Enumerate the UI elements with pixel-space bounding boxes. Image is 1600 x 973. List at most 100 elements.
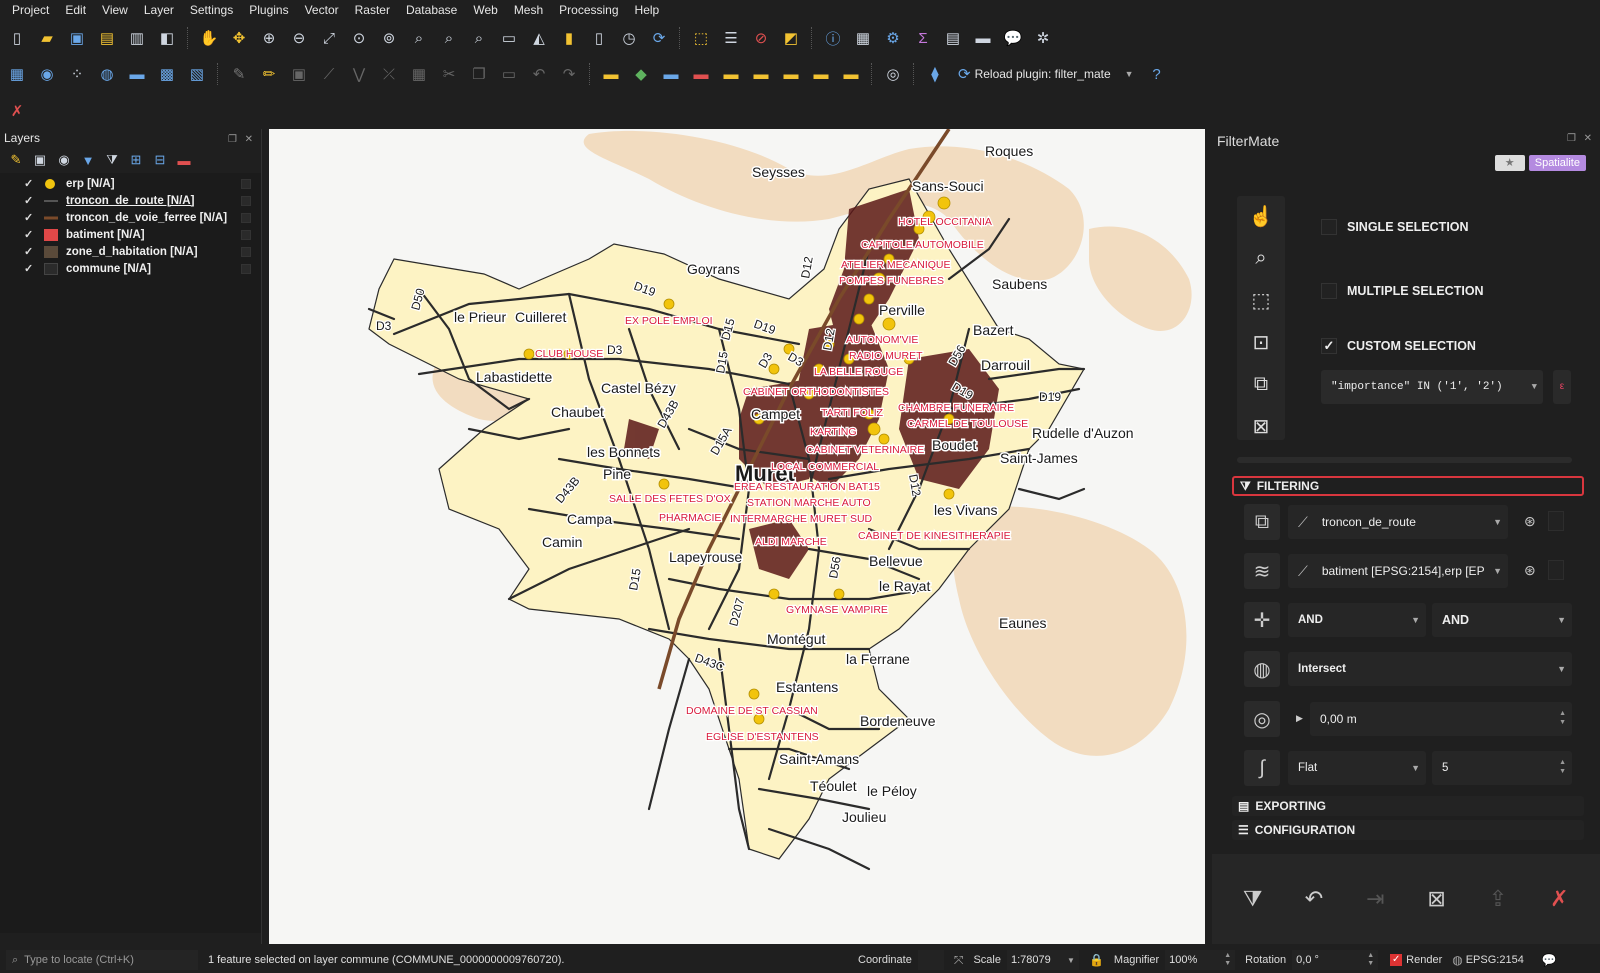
filter-legend-icon[interactable]: ▼: [78, 150, 98, 170]
select-features-icon[interactable]: ⬚: [688, 25, 714, 51]
style-manager-icon[interactable]: ◧: [154, 25, 180, 51]
toolbox-icon[interactable]: ⚙: [880, 25, 906, 51]
change-label-icon[interactable]: ▬: [778, 61, 804, 87]
annotation-icon[interactable]: ✲: [1030, 25, 1056, 51]
new-gpkg-icon[interactable]: ◉: [34, 61, 60, 87]
messages-icon[interactable]: 💬: [1542, 953, 1557, 967]
new-shapefile-icon[interactable]: ⁘: [64, 61, 90, 87]
undo-filter-icon[interactable]: ↶: [1294, 879, 1334, 919]
buffer-type-combo[interactable]: Flat ▼: [1288, 751, 1426, 785]
delete-icon[interactable]: ▦: [406, 61, 432, 87]
favorite-button[interactable]: ★: [1494, 155, 1525, 171]
layer-indicator[interactable]: [241, 246, 251, 257]
manage-visibility-icon[interactable]: ◉: [54, 150, 74, 170]
zoom-icon[interactable]: ⌕: [1245, 244, 1277, 272]
layer-indicator[interactable]: [241, 263, 251, 274]
layer-row-troncon-de-voie-ferree[interactable]: ✓ troncon_de_voie_ferree [N/A]: [0, 209, 261, 226]
scale-combo[interactable]: 1:78079 ▼: [1006, 950, 1079, 970]
add-operator-icon[interactable]: ✛: [1244, 602, 1280, 638]
attribute-table-icon[interactable]: ▦: [850, 25, 876, 51]
locator-search[interactable]: ⌕ Type to locate (Ctrl+K): [6, 950, 198, 970]
chevron-down-icon[interactable]: ▼: [1125, 69, 1134, 79]
open-project-icon[interactable]: ▰: [34, 25, 60, 51]
source-layer-combo[interactable]: ⟋ troncon_de_route ▼: [1288, 505, 1508, 539]
menu-database[interactable]: Database: [398, 0, 465, 20]
digitize-icon[interactable]: ⟋: [316, 61, 342, 87]
menu-settings[interactable]: Settings: [182, 0, 241, 20]
apply-filter-icon[interactable]: ⧩: [1233, 879, 1273, 919]
combine-operator-combo-2[interactable]: AND ▼: [1432, 603, 1572, 637]
menu-raster[interactable]: Raster: [347, 0, 398, 20]
menu-plugins[interactable]: Plugins: [241, 0, 296, 20]
edits-icon[interactable]: ✎: [226, 61, 252, 87]
float-panel-icon[interactable]: ❐: [228, 131, 237, 149]
zoom-next-icon[interactable]: ⌕: [466, 25, 492, 51]
diagram-icon[interactable]: ◆: [628, 61, 654, 87]
label-properties-icon[interactable]: ▬: [838, 61, 864, 87]
render-checkbox[interactable]: ✓: [1390, 954, 1403, 966]
export-action-icon[interactable]: ⇪: [1478, 879, 1518, 919]
multiple-selection-checkbox[interactable]: [1321, 283, 1337, 299]
custom-selection-checkbox[interactable]: ✓: [1321, 338, 1337, 354]
close-icon[interactable]: ✕: [245, 131, 253, 149]
save-edits-icon[interactable]: ▣: [286, 61, 312, 87]
geometry-predicate-icon[interactable]: ⊛: [1524, 562, 1536, 579]
layer-row-erp[interactable]: ✓ erp [N/A]: [0, 175, 261, 192]
move-label-icon[interactable]: ▬: [718, 61, 744, 87]
undo-icon[interactable]: ↶: [526, 61, 552, 87]
paste-icon[interactable]: ▭: [496, 61, 522, 87]
filter-mate-icon[interactable]: ✗: [4, 98, 30, 124]
menu-layer[interactable]: Layer: [136, 0, 182, 20]
predicate-combo[interactable]: Intersect ▼: [1288, 652, 1572, 686]
show-label-icon[interactable]: ▬: [688, 61, 714, 87]
layer-row-batiment[interactable]: ✓ batiment [N/A]: [0, 226, 261, 243]
identify-icon[interactable]: ⓘ: [820, 25, 846, 51]
reload-plugin-button[interactable]: ⟳ Reload plugin: filter_mate ▼: [952, 65, 1140, 83]
menu-processing[interactable]: Processing: [551, 0, 626, 20]
add-group-icon[interactable]: ▣: [30, 150, 50, 170]
configuration-section-header[interactable]: ☰ CONFIGURATION: [1232, 820, 1584, 840]
layer-checkbox[interactable]: ✓: [24, 177, 36, 190]
single-selection-checkbox[interactable]: [1321, 219, 1337, 235]
layer-row-commune[interactable]: ✓ commune [N/A]: [0, 260, 261, 277]
menu-view[interactable]: View: [94, 0, 136, 20]
new-temp-icon[interactable]: ▩: [154, 61, 180, 87]
chevron-right-icon[interactable]: ▶: [1296, 713, 1303, 724]
save-as-icon[interactable]: ▤: [94, 25, 120, 51]
layer-row-zone-d-habitation[interactable]: ✓ zone_d_habitation [N/A]: [0, 243, 261, 260]
statistics-icon[interactable]: Σ: [910, 25, 936, 51]
redo-filter-icon[interactable]: ⇥: [1355, 879, 1395, 919]
show-bookmarks-icon[interactable]: ▯: [586, 25, 612, 51]
menu-help[interactable]: Help: [627, 0, 668, 20]
label-pin-icon[interactable]: ▬: [808, 61, 834, 87]
layer-checkbox[interactable]: ✓: [24, 228, 36, 241]
layer-source-icon[interactable]: ⧉: [1244, 504, 1280, 540]
expression-builder-button[interactable]: ε: [1553, 370, 1571, 404]
deselect-icon[interactable]: ⊘: [748, 25, 774, 51]
buffer-type-icon[interactable]: ∫: [1244, 750, 1280, 786]
menu-project[interactable]: Project: [4, 0, 57, 20]
backend-badge[interactable]: Spatialite: [1528, 155, 1586, 171]
single-selection-option[interactable]: SINGLE SELECTION: [1321, 219, 1469, 235]
spin-arrows-icon[interactable]: ▲ ▼: [1559, 709, 1566, 727]
zoom-in-icon[interactable]: ⊕: [256, 25, 282, 51]
new-bookmark-icon[interactable]: ▮: [556, 25, 582, 51]
horizontal-scrollbar[interactable]: [1237, 457, 1572, 463]
menu-mesh[interactable]: Mesh: [506, 0, 551, 20]
coordinate-field[interactable]: [917, 950, 944, 970]
open-layer-styling-icon[interactable]: ✎: [6, 150, 26, 170]
filter-expression-icon[interactable]: ⧩: [102, 150, 122, 170]
refresh-icon[interactable]: ⟳: [646, 25, 672, 51]
copy-icon[interactable]: ❐: [466, 61, 492, 87]
layers-stack-icon[interactable]: ≋: [1244, 553, 1280, 589]
new-3d-view-icon[interactable]: ◭: [526, 25, 552, 51]
globe-icon[interactable]: ◍: [1244, 651, 1280, 687]
rotation-input[interactable]: 0,0 ° ▲ ▼: [1292, 950, 1379, 970]
exporting-section-header[interactable]: ▤ EXPORTING: [1232, 796, 1584, 816]
measure-icon[interactable]: ▬: [970, 25, 996, 51]
link-layers-icon[interactable]: ⧉: [1245, 370, 1277, 398]
layer-checkbox[interactable]: ✓: [24, 245, 36, 258]
zoom-out-icon[interactable]: ⊖: [286, 25, 312, 51]
collapse-all-icon[interactable]: ⊟: [150, 150, 170, 170]
new-virtual-icon[interactable]: ▬: [124, 61, 150, 87]
